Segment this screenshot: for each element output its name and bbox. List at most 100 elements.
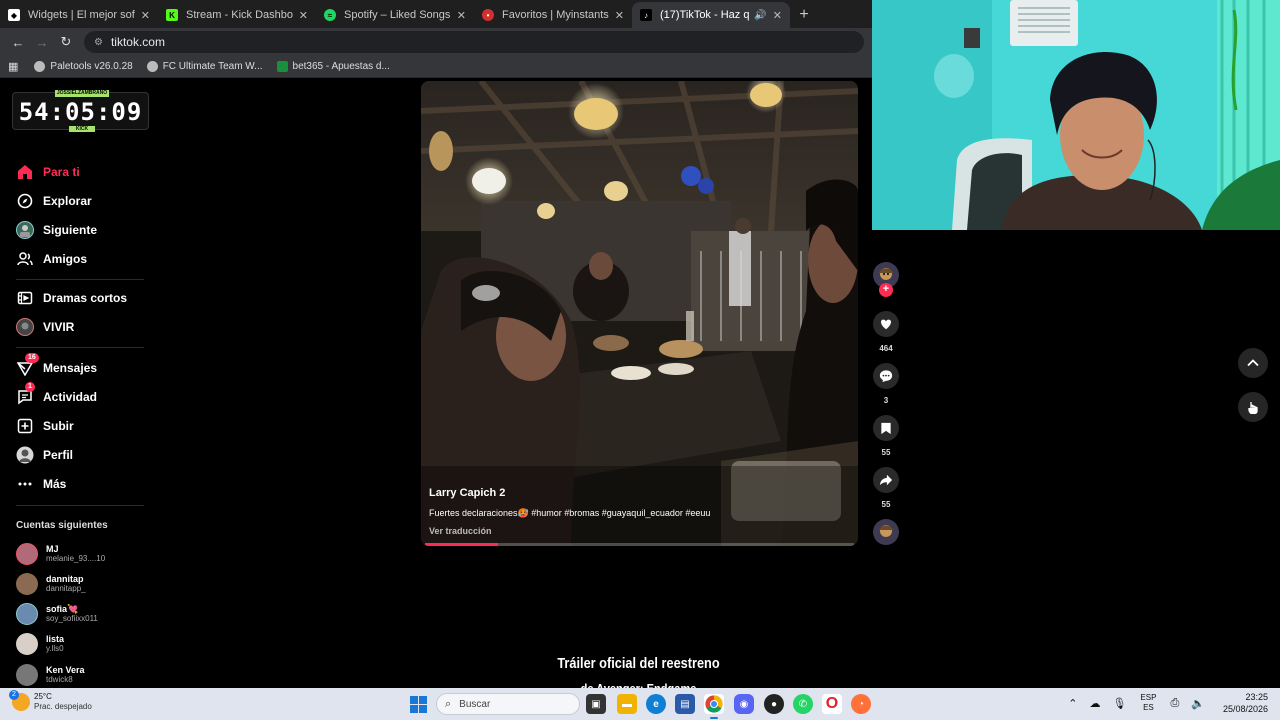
sidebar-divider	[16, 505, 144, 506]
bookmark-icon	[873, 415, 899, 441]
sidebar-item-mas[interactable]: Más	[16, 475, 66, 493]
volume-icon[interactable]: 🔈	[1191, 697, 1205, 710]
next-video-button[interactable]	[1238, 392, 1268, 422]
following-account-ken-vera[interactable]: Ken Vera tdwick8	[16, 664, 85, 686]
bookmark-bet365[interactable]: bet365 - Apuestas d...	[276, 61, 390, 72]
sidebar-item-dramas-cortos[interactable]: Dramas cortos	[16, 289, 127, 307]
following-account-lista[interactable]: lista y.lls0	[16, 633, 64, 655]
windows-taskbar: 2 25°C Prac. despejado ⌕ Buscar ▣ ▬ e ▤ …	[0, 688, 1280, 720]
globe-icon	[146, 61, 158, 72]
comment-button[interactable]: 3	[872, 363, 900, 405]
close-icon[interactable]: ✕	[615, 9, 624, 22]
sidebar-item-para-ti[interactable]: Para ti	[16, 163, 80, 181]
file-explorer-icon[interactable]: ▬	[617, 694, 637, 714]
new-tab-button[interactable]: +	[790, 2, 818, 28]
sidebar-item-mensajes[interactable]: 16 Mensajes	[16, 353, 98, 377]
reload-icon[interactable]: ↻	[54, 34, 78, 50]
account-name: MJ	[46, 544, 59, 554]
avatar	[16, 603, 38, 625]
following-account-dannitap[interactable]: dannitap dannitapp_	[16, 573, 86, 595]
edge-icon[interactable]: e	[646, 694, 666, 714]
sidebar-item-siguiente[interactable]: Siguiente	[16, 221, 97, 239]
network-icon[interactable]: ⎙	[1170, 697, 1179, 710]
sidebar-item-label: Más	[43, 477, 67, 491]
close-icon[interactable]: ✕	[773, 9, 782, 22]
sidebar-item-subir[interactable]: Subir	[16, 417, 74, 435]
bet365-icon	[276, 61, 288, 72]
apps-grid-icon[interactable]: ▦	[8, 60, 18, 73]
windows-start-icon[interactable]	[410, 696, 427, 713]
discord-icon[interactable]: ◉	[734, 694, 754, 714]
creator-avatar-button[interactable]: +	[872, 262, 900, 297]
site-settings-icon[interactable]: ⚙	[94, 37, 103, 48]
previous-video-button[interactable]	[1238, 348, 1268, 378]
close-icon[interactable]: ✕	[299, 9, 308, 22]
video-author[interactable]: Larry Capich 2	[429, 487, 849, 499]
kick-favicon-icon: K	[166, 9, 178, 21]
video-player[interactable]: Larry Capich 2 Fuertes declaraciones🥵 #h…	[421, 81, 858, 546]
like-button[interactable]: 464	[872, 311, 900, 353]
messages-icon: 16	[16, 353, 39, 377]
task-view-icon[interactable]: ▣	[586, 694, 606, 714]
sound-disc-button[interactable]	[872, 519, 900, 545]
weather-widget[interactable]: 2 25°C Prac. despejado	[9, 690, 92, 712]
sidebar-item-perfil[interactable]: Perfil	[16, 446, 73, 464]
language-indicator[interactable]: ESP ES	[1140, 693, 1156, 713]
obs-icon[interactable]: ●	[764, 694, 784, 714]
follow-plus-icon[interactable]: +	[879, 283, 893, 297]
speaker-icon[interactable]: 🔊	[754, 10, 766, 21]
account-name: dannitap	[46, 574, 84, 584]
sidebar-item-label: Para ti	[43, 165, 80, 179]
bookmark-label: bet365 - Apuestas d...	[292, 61, 390, 72]
tab-title: Favoritos | Myinstants	[502, 9, 609, 21]
bookmark-paletools[interactable]: Paletools v26.0.28	[34, 61, 133, 72]
activity-badge: 1	[25, 382, 35, 392]
video-frame-image	[421, 81, 858, 546]
sidebar-item-actividad[interactable]: 1 Actividad	[16, 382, 97, 406]
taskbar-search[interactable]: ⌕ Buscar	[436, 693, 580, 715]
onedrive-icon[interactable]: ☁	[1089, 697, 1100, 710]
tab-spotify[interactable]: ≈ Spotify – Liked Songs ✕	[316, 2, 474, 28]
bookmark-fc-ultimate-team[interactable]: FC Ultimate Team W...	[146, 61, 263, 72]
opera-icon[interactable]: O	[822, 694, 842, 714]
language-bottom: ES	[1143, 703, 1154, 712]
following-account-sofia[interactable]: sofia💘 soy_sofiixx011	[16, 603, 98, 625]
following-account-mj[interactable]: MJ melanie_93....10	[16, 543, 105, 565]
forward-arrow-icon[interactable]: →	[30, 35, 54, 50]
chevron-up-icon	[1247, 359, 1259, 367]
sidebar-item-explorar[interactable]: Explorar	[16, 192, 92, 210]
chevron-up-icon[interactable]: ⌃	[1068, 697, 1077, 710]
sidebar-item-label: Perfil	[43, 448, 74, 462]
close-icon[interactable]: ✕	[457, 9, 466, 22]
video-progress-bar[interactable]	[425, 543, 854, 546]
heart-icon	[873, 311, 899, 337]
myinstants-favicon-icon: •	[482, 9, 494, 21]
sidebar-item-label: Mensajes	[43, 361, 98, 375]
store-icon[interactable]: ▤	[675, 694, 695, 714]
globe-icon	[34, 61, 46, 72]
chrome-icon[interactable]	[704, 694, 724, 719]
webcam-feed-image	[872, 0, 1280, 230]
whatsapp-icon[interactable]: ✆	[793, 694, 813, 714]
friends-icon	[16, 250, 34, 268]
bookmarks-bar: ▦ Paletools v26.0.28 FC Ultimate Team W.…	[0, 56, 872, 78]
sidebar-item-label: Explorar	[43, 194, 92, 208]
clock-date: 25/08/2026	[1222, 704, 1268, 714]
sidebar-item-vivir[interactable]: VIVIR	[16, 318, 74, 336]
translate-link[interactable]: Ver traducción	[429, 526, 849, 536]
sidebar-item-amigos[interactable]: Amigos	[16, 250, 87, 268]
share-button[interactable]: 55	[872, 467, 900, 509]
tab-myinstants[interactable]: • Favoritos | Myinstants ✕	[474, 2, 632, 28]
tab-kick-dashboard[interactable]: K Stream - Kick Dashboard ✕	[158, 2, 316, 28]
taskbar-clock[interactable]: 23:25 25/08/2026	[1223, 691, 1268, 715]
back-arrow-icon[interactable]: ←	[6, 35, 30, 50]
firefox-icon[interactable]: ◔	[851, 694, 871, 714]
microphone-icon[interactable]: 🎙	[1112, 697, 1126, 710]
close-icon[interactable]: ✕	[141, 9, 150, 22]
bookmark-button[interactable]: 55	[872, 415, 900, 457]
tab-tiktok[interactable]: ♪ (17)TikTok - Haz que tu día 🔊 ✕	[632, 2, 790, 28]
more-icon	[16, 475, 34, 493]
url-bar[interactable]: ⚙ tiktok.com	[84, 31, 864, 53]
sidebar-item-label: VIVIR	[43, 320, 75, 334]
tab-widgets[interactable]: ◆ Widgets | El mejor software para ✕	[0, 2, 158, 28]
